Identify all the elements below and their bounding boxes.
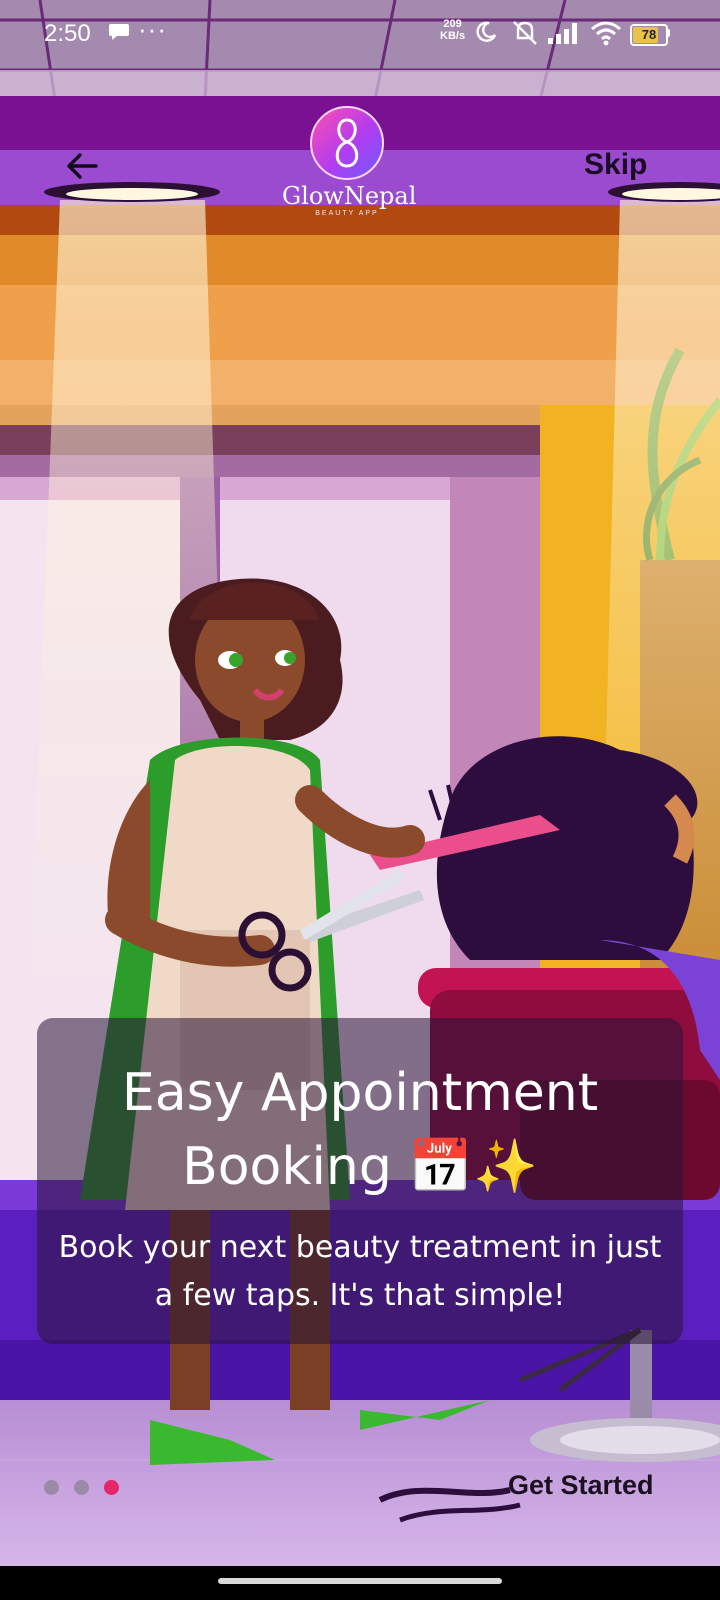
battery-tip — [667, 29, 670, 37]
back-arrow-icon[interactable] — [62, 146, 102, 186]
network-speed-value: 209 — [443, 18, 462, 30]
status-more: ··· — [138, 14, 167, 44]
salon-illustration — [0, 0, 720, 1570]
network-speed: 209 KB/s — [440, 18, 465, 42]
mute-icon — [513, 21, 537, 45]
battery-icon: 78 — [630, 24, 668, 46]
onboarding-screen: 2:50 ··· 209 KB/s 78 GlowNepal BEAUTY AP… — [0, 0, 720, 1600]
get-started-button[interactable]: Get Started — [508, 1470, 654, 1501]
logo-name: GlowNepal — [282, 182, 417, 210]
slide-text-card: Easy Appointment Booking 📅✨ Book your ne… — [37, 1018, 683, 1344]
logo-icon — [310, 106, 384, 180]
network-speed-unit: KB/s — [440, 30, 466, 42]
logo-mark — [335, 118, 359, 168]
moon-icon — [476, 21, 497, 42]
page-dot-2[interactable] — [74, 1480, 89, 1495]
chat-bubble-icon — [109, 24, 129, 40]
page-dot-1[interactable] — [44, 1480, 59, 1495]
system-nav-bar — [0, 1566, 720, 1600]
logo-tagline: BEAUTY APP — [315, 210, 379, 217]
status-time: 2:50 — [44, 20, 91, 47]
app-logo: GlowNepal BEAUTY APP — [282, 106, 417, 226]
signal-icon — [548, 23, 577, 44]
skip-button[interactable]: Skip — [584, 148, 647, 182]
slide-title: Easy Appointment Booking 📅✨ — [121, 1063, 599, 1197]
status-bar: 2:50 ··· 209 KB/s 78 — [0, 0, 720, 68]
home-gesture-handle[interactable] — [218, 1578, 502, 1584]
wifi-icon — [591, 21, 621, 46]
slide-description: Book your next beauty treatment in just … — [58, 1230, 662, 1313]
page-dot-3[interactable] — [104, 1480, 119, 1495]
battery-level: 78 — [641, 27, 657, 42]
